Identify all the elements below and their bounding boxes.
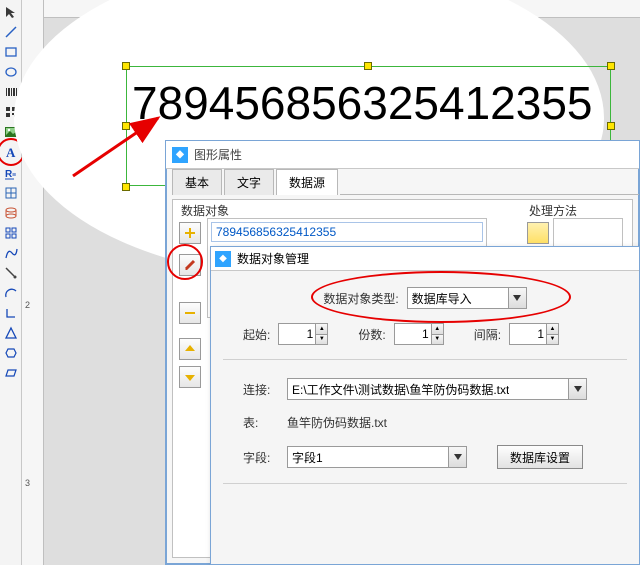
label-connection: 连接:: [243, 381, 279, 398]
start-spinner[interactable]: 1 ▲▼: [278, 323, 328, 345]
label-copies: 份数:: [358, 326, 385, 343]
db-tool[interactable]: [2, 204, 20, 222]
chevron-down-icon: [568, 379, 586, 399]
db-settings-button[interactable]: 数据库设置: [497, 445, 583, 469]
arrow-tool[interactable]: [2, 3, 20, 21]
svg-text:≡: ≡: [12, 172, 16, 179]
richtext-tool[interactable]: R≡: [2, 164, 20, 182]
text-tool[interactable]: A: [2, 143, 20, 161]
grid-tool[interactable]: [2, 224, 20, 242]
curve-tool[interactable]: [2, 244, 20, 262]
field-combo[interactable]: 字段1: [287, 446, 467, 468]
data-object-entry[interactable]: 789456856325412355: [211, 222, 483, 242]
edit-button[interactable]: [179, 254, 201, 276]
chevron-down-icon: [508, 288, 526, 308]
ellipse-tool[interactable]: [2, 63, 20, 81]
handle-e[interactable]: [607, 122, 615, 130]
handle-sw[interactable]: [122, 183, 130, 191]
pen-tool[interactable]: [2, 264, 20, 282]
handle-n[interactable]: [364, 62, 372, 70]
table-value: 鱼竿防伪码数据.txt: [287, 414, 387, 431]
field-value: 字段1: [292, 449, 323, 466]
label-interval: 间隔:: [474, 326, 501, 343]
text-object[interactable]: 789456856325412355: [132, 76, 593, 130]
spinner-buttons[interactable]: ▲▼: [431, 324, 443, 344]
move-down-button[interactable]: [179, 366, 201, 388]
spinner-buttons[interactable]: ▲▼: [315, 324, 327, 344]
label-table: 表:: [243, 414, 279, 431]
arc-tool[interactable]: [2, 284, 20, 302]
tab-basic[interactable]: 基本: [172, 169, 222, 195]
rect-tool[interactable]: [2, 43, 20, 61]
properties-tabs: 基本 文字 数据源: [166, 169, 639, 195]
object-type-value: 数据库导入: [412, 290, 472, 307]
connection-combo[interactable]: E:\工作文件\测试数据\鱼竿防伪码数据.txt: [287, 378, 587, 400]
line-tool[interactable]: [2, 23, 20, 41]
data-object-dialog-title[interactable]: ◆ 数据对象管理: [211, 247, 639, 271]
tab-text[interactable]: 文字: [224, 169, 274, 195]
app-icon: ◆: [172, 147, 188, 163]
label-field: 字段:: [243, 449, 279, 466]
svg-text:A: A: [6, 145, 16, 159]
label-process-method: 处理方法: [529, 202, 577, 219]
data-object-dialog: ◆ 数据对象管理 数据对象类型: 数据库导入 起始: 1 ▲▼ 份数: 1 ▲: [210, 246, 640, 565]
move-up-button[interactable]: [179, 338, 201, 360]
interval-spinner[interactable]: 1 ▲▼: [509, 323, 559, 345]
dialog-title-text: 数据对象管理: [237, 250, 309, 267]
app-icon: ◆: [215, 251, 231, 267]
copies-spinner[interactable]: 1 ▲▼: [394, 323, 444, 345]
properties-titlebar[interactable]: ◆ 图形属性: [166, 141, 639, 169]
chevron-down-icon: [448, 447, 466, 467]
handle-w[interactable]: [122, 122, 130, 130]
parallelogram-tool[interactable]: [2, 364, 20, 382]
handle-ne[interactable]: [607, 62, 615, 70]
properties-title-text: 图形属性: [194, 146, 242, 163]
corner-tool[interactable]: [2, 304, 20, 322]
add-button[interactable]: [179, 222, 201, 244]
spinner-buttons[interactable]: ▲▼: [546, 324, 558, 344]
connection-value: E:\工作文件\测试数据\鱼竿防伪码数据.txt: [292, 381, 509, 398]
remove-button[interactable]: [179, 302, 201, 324]
tab-datasource[interactable]: 数据源: [276, 169, 338, 195]
handle-nw[interactable]: [122, 62, 130, 70]
tool-palette: A R≡: [0, 0, 22, 565]
object-type-combo[interactable]: 数据库导入: [407, 287, 527, 309]
triangle-tool[interactable]: [2, 324, 20, 342]
label-start: 起始:: [243, 326, 270, 343]
label-data-objects: 数据对象: [181, 202, 229, 219]
process-add-button[interactable]: [527, 222, 549, 244]
hexagon-tool[interactable]: [2, 344, 20, 362]
table-tool[interactable]: [2, 184, 20, 202]
label-object-type: 数据对象类型:: [323, 290, 398, 307]
